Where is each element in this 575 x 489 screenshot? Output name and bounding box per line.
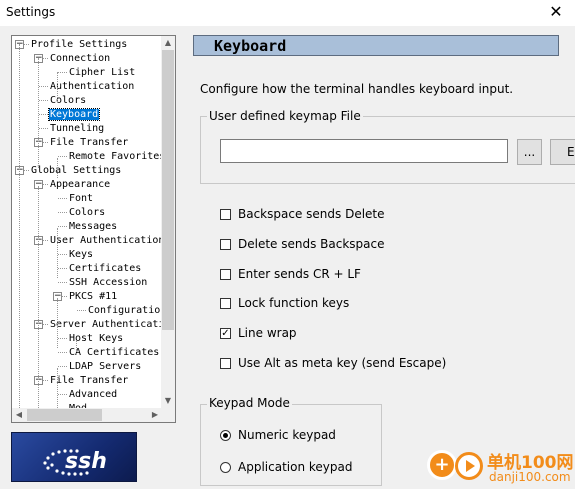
settings-tree[interactable]: Profile Settings − Connection − Cipher List A… [11, 35, 176, 423]
tree-item-ldap-servers[interactable]: LDAP Servers [68, 360, 142, 373]
checkbox[interactable] [220, 239, 231, 250]
tree-item-label: Connection [50, 53, 111, 64]
scroll-left-icon[interactable]: ◀ [12, 408, 26, 422]
tree-item-ssh-accession[interactable]: SSH Accession [68, 276, 148, 289]
ssh-logo: ssh [11, 432, 137, 482]
edit-button[interactable]: Edit [550, 139, 575, 165]
tree-item-label: Keys [69, 249, 94, 260]
checkbox[interactable] [220, 298, 231, 309]
tree-item-label: Messages [69, 221, 118, 232]
browse-button[interactable]: ... [517, 139, 542, 165]
tree-item-ca-certificates[interactable]: CA Certificates [68, 346, 160, 359]
close-icon[interactable]: ✕ [545, 2, 567, 21]
tree-item-label: Global Settings [31, 165, 122, 176]
checkbox[interactable]: ✓ [220, 328, 231, 339]
checkbox[interactable] [220, 209, 231, 220]
keypad-group-label: Keypad Mode [207, 396, 292, 410]
panel-heading: Keyboard [214, 37, 287, 55]
tree-item-label: Remote Favorites [69, 151, 162, 162]
tree-horizontal-scrollbar[interactable]: ◀ ▶ [12, 408, 162, 422]
logo-text: ssh [65, 449, 107, 474]
tree-item-appearance[interactable]: Appearance [49, 178, 111, 191]
tree-item-cipher-list[interactable]: Cipher List [68, 66, 136, 79]
window-title: Settings [6, 5, 56, 19]
watermark-domain: danji100.com [489, 470, 571, 484]
tree-item-label: SSH Accession [69, 277, 148, 288]
tree-item-keys[interactable]: Keys [68, 248, 94, 261]
checkbox-label: Line wrap [238, 326, 297, 340]
scroll-down-icon[interactable]: ▼ [161, 394, 175, 408]
checkbox-label: Backspace sends Delete [238, 207, 385, 221]
tree-item-colors[interactable]: Colors [49, 94, 87, 107]
tree-item-label: Tunneling [50, 123, 105, 134]
tree-item-label: Certificates [69, 263, 142, 274]
radio-button[interactable] [220, 462, 231, 473]
scroll-up-icon[interactable]: ▲ [161, 36, 175, 50]
tree-item-messages[interactable]: Messages [68, 220, 118, 233]
tree-item-label: Keyboard [47, 108, 101, 121]
checkbox[interactable] [220, 269, 231, 280]
tree-item-label: Profile Settings [31, 39, 128, 50]
tree-item-label: File Transfer [50, 137, 129, 148]
tree-item-certificates[interactable]: Certificates [68, 262, 142, 275]
watermark-play-icon [455, 452, 483, 480]
panel-header: Keyboard [193, 35, 559, 56]
title-bar: Settings ✕ [0, 0, 575, 26]
radio-label: Numeric keypad [238, 428, 336, 442]
tree-item-global-settings[interactable]: Global Settings [30, 164, 122, 177]
tree-item-label: File Transfer [50, 375, 129, 386]
tree-item-label: Colors [50, 95, 87, 106]
scroll-right-icon[interactable]: ▶ [148, 408, 162, 422]
tree-item-tunneling[interactable]: Tunneling [49, 122, 105, 135]
tree-item-font[interactable]: Font [68, 192, 94, 205]
tree-content: Profile Settings − Connection − Cipher List A… [12, 36, 162, 408]
tree-item-profile-settings[interactable]: Profile Settings [30, 38, 128, 51]
tree-scroll-thumb[interactable] [162, 50, 174, 330]
tree-item-label: Appearance [50, 179, 111, 190]
checkbox-label: Delete sends Backspace [238, 237, 385, 251]
tree-item-label: LDAP Servers [69, 361, 142, 372]
tree-item-advanced[interactable]: Advanced [68, 388, 118, 401]
checkbox-label: Use Alt as meta key (send Escape) [238, 356, 447, 370]
tree-item-pkcs-11[interactable]: PKCS #11 [68, 290, 118, 303]
tree-item-label: Cipher List [69, 67, 136, 78]
keymap-group-label: User defined keymap File [207, 109, 363, 123]
tree-item-remote-favorites[interactable]: Remote Favorites [68, 150, 162, 163]
tree-item-label: Font [69, 193, 94, 204]
watermark-plus-icon: + [427, 450, 457, 480]
tree-item-label: PKCS #11 [69, 291, 118, 302]
tree-item-colors[interactable]: Colors [68, 206, 106, 219]
tree-vertical-scrollbar[interactable]: ▲ ▼ [161, 36, 175, 408]
tree-item-file-transfer[interactable]: File Transfer [49, 374, 129, 387]
tree-item-authentication[interactable]: Authentication [49, 80, 135, 93]
scrollbar-corner [161, 408, 175, 422]
tree-item-user-authentication[interactable]: User Authentication [49, 234, 162, 247]
radio-label: Application keypad [238, 460, 353, 474]
checkbox[interactable] [220, 358, 231, 369]
tree-item-label: Server Authentication [50, 319, 162, 330]
tree-item-keyboard[interactable]: Keyboard [47, 108, 101, 121]
tree-hscroll-thumb[interactable] [27, 409, 102, 421]
checkbox-label: Enter sends CR + LF [238, 267, 361, 281]
panel-description: Configure how the terminal handles keybo… [200, 82, 514, 96]
checkbox-label: Lock function keys [238, 296, 350, 310]
tree-item-label: Advanced [69, 389, 118, 400]
ssh-logo-graphic: ssh [43, 449, 107, 476]
tree-item-connection[interactable]: Connection [49, 52, 111, 65]
tree-item-label: CA Certificates [69, 347, 160, 358]
tree-item-label: Authentication [50, 81, 135, 92]
tree-item-server-authentication[interactable]: Server Authentication [49, 318, 162, 331]
tree-item-label: Configuration [88, 305, 162, 316]
tree-item-file-transfer[interactable]: File Transfer [49, 136, 129, 149]
tree-item-configuration[interactable]: Configuration [87, 304, 162, 317]
tree-item-label: User Authentication [50, 235, 162, 246]
watermark: + 单机100网 danji100.com [427, 446, 575, 489]
keymap-file-input[interactable] [220, 139, 508, 163]
tree-item-label: Colors [69, 207, 106, 218]
radio-button[interactable] [220, 430, 231, 441]
